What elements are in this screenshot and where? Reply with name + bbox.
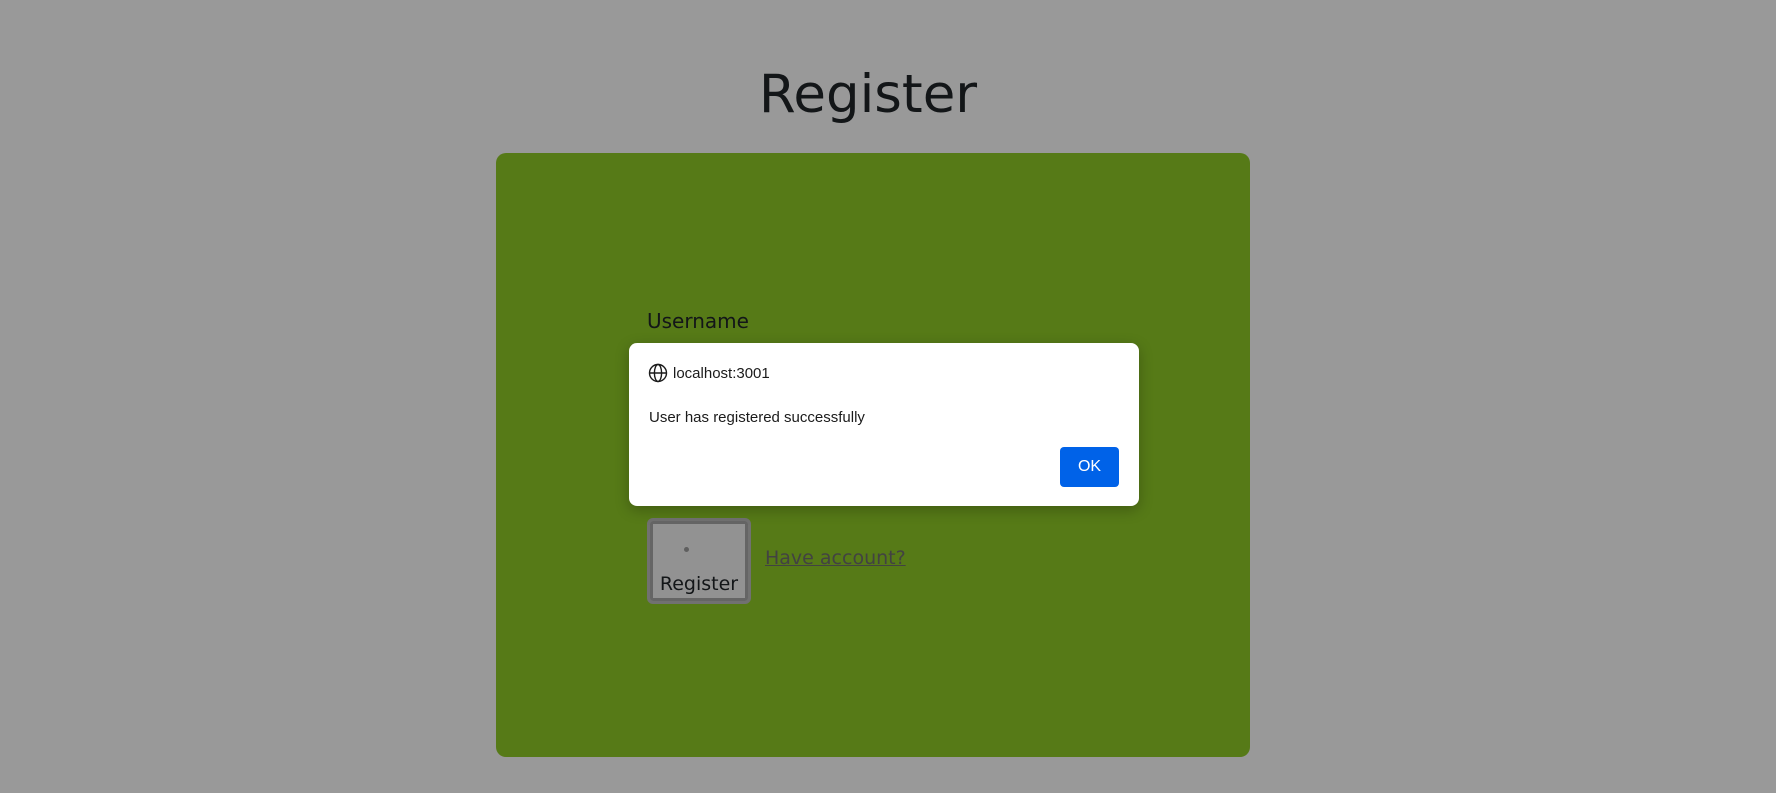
- globe-icon: [648, 363, 668, 383]
- dialog-message: User has registered successfully: [649, 409, 865, 426]
- alert-dialog: localhost:3001 User has registered succe…: [629, 343, 1139, 506]
- dialog-origin-text: localhost:3001: [673, 364, 770, 382]
- ok-button[interactable]: OK: [1060, 447, 1119, 487]
- dialog-origin: localhost:3001: [648, 363, 770, 383]
- register-page: Register Username Register Have account?…: [0, 0, 1776, 793]
